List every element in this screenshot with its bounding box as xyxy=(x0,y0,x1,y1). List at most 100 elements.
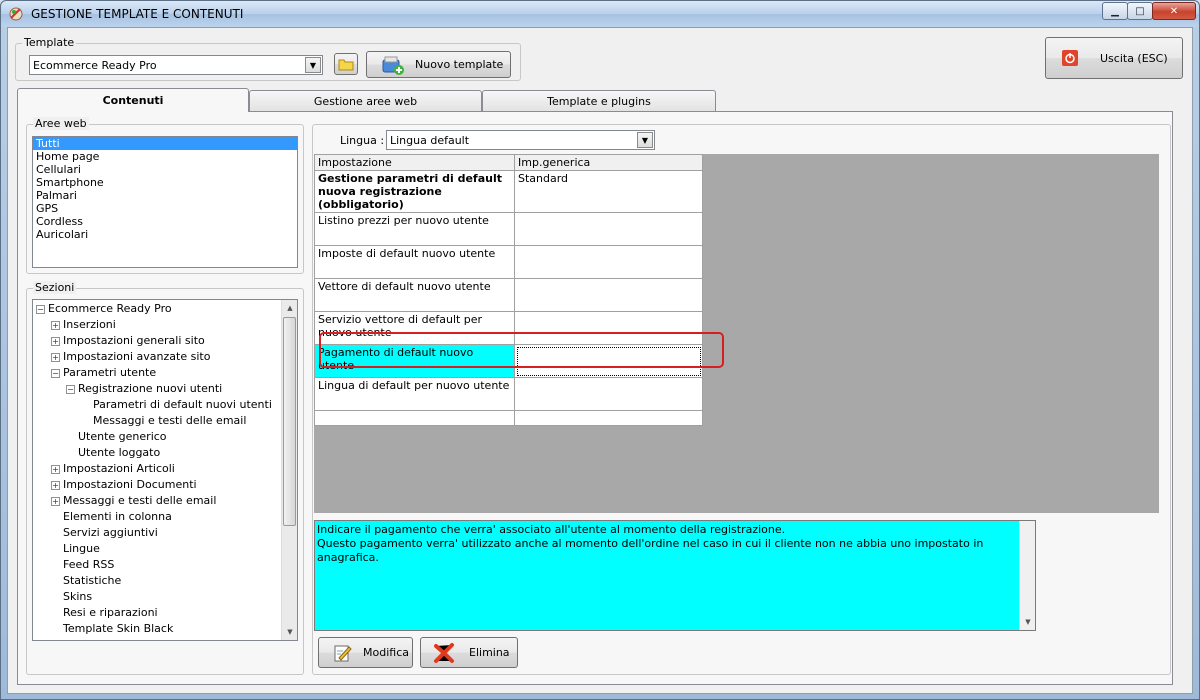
list-item[interactable]: Auricolari xyxy=(33,228,297,241)
grid-cell-name[interactable]: Imposte di default nuovo utente xyxy=(314,245,515,279)
title-bar[interactable]: GESTIONE TEMPLATE E CONTENUTI ▁ □ ✕ xyxy=(1,1,1199,27)
sezioni-legend: Sezioni xyxy=(33,281,77,294)
tree-item[interactable]: + Impostazioni generali sito xyxy=(33,333,297,349)
tree-item[interactable]: Elementi in colonna xyxy=(33,509,297,525)
tree-item[interactable]: Servizi aggiuntivi xyxy=(33,525,297,541)
scroll-thumb[interactable] xyxy=(283,317,296,526)
aree-web-list[interactable]: Tutti Home page Cellulari Smartphone Pal… xyxy=(32,136,298,268)
tree-item[interactable]: Resi e riparazioni xyxy=(33,605,297,621)
minimize-icon: ▁ xyxy=(1111,5,1119,17)
tree-item[interactable]: + Impostazioni Documenti xyxy=(33,477,297,493)
description-scrollbar[interactable]: ▼ xyxy=(1019,521,1035,630)
tab-gestione-aree-web[interactable]: Gestione aree web xyxy=(249,90,482,111)
app-icon xyxy=(9,7,23,21)
expand-icon[interactable]: + xyxy=(51,320,60,330)
tree-scrollbar[interactable]: ▲ ▼ xyxy=(281,300,297,640)
list-item[interactable]: Smartphone xyxy=(33,176,297,189)
table-row[interactable]: Listino prezzi per nuovo utente xyxy=(314,212,703,246)
exit-label: Uscita (ESC) xyxy=(1100,51,1168,65)
grid-cell-empty[interactable] xyxy=(514,410,703,426)
grid-cell-value[interactable] xyxy=(514,212,703,246)
tree-item[interactable]: + Impostazioni Articoli xyxy=(33,461,297,477)
grid-cell-empty[interactable] xyxy=(314,410,515,426)
tree-item-label: Parametri utente xyxy=(63,366,157,379)
tab-template-plugins[interactable]: Template e plugins xyxy=(482,90,716,111)
grid-header-impostazione[interactable]: Impostazione xyxy=(314,154,515,171)
expand-icon[interactable]: + xyxy=(51,352,60,362)
close-button[interactable]: ✕ xyxy=(1152,2,1196,20)
table-row[interactable]: Gestione parametri di default nuova regi… xyxy=(314,170,703,213)
tree-item[interactable]: − Registrazione nuovi utenti xyxy=(33,381,297,397)
tree-item[interactable]: Utente generico xyxy=(33,429,297,445)
grid-cell-name[interactable]: Lingua di default per nuovo utente xyxy=(314,377,515,411)
edit-icon xyxy=(334,645,352,661)
expand-icon[interactable]: + xyxy=(51,336,60,346)
scroll-up-icon[interactable]: ▲ xyxy=(282,300,297,316)
tree-item[interactable]: Skins xyxy=(33,589,297,605)
delete-icon xyxy=(434,642,454,663)
table-row[interactable]: Vettore di default nuovo utente xyxy=(314,278,703,312)
grid-cell-value[interactable] xyxy=(514,245,703,279)
collapse-icon[interactable]: − xyxy=(36,304,45,314)
table-row-empty[interactable] xyxy=(314,410,703,426)
tree-item[interactable]: − Parametri utente xyxy=(33,365,297,381)
maximize-button[interactable]: □ xyxy=(1127,2,1153,20)
sezioni-tree[interactable]: − Ecommerce Ready Pro + Inserzioni + Impostaz… xyxy=(32,299,298,641)
tree-item[interactable]: Feed RSS xyxy=(33,557,297,573)
tree-item[interactable]: Messaggi e testi delle email xyxy=(33,413,297,429)
template-select-value: Ecommerce Ready Pro xyxy=(33,59,157,72)
tree-item[interactable]: Template Skin Black xyxy=(33,621,297,637)
expand-icon[interactable]: + xyxy=(51,496,60,506)
list-item[interactable]: Cellulari xyxy=(33,163,297,176)
tree-item[interactable]: Lingue xyxy=(33,541,297,557)
list-item[interactable]: Palmari xyxy=(33,189,297,202)
description-box[interactable]: Indicare il pagamento che verra' associa… xyxy=(314,520,1036,631)
grid-cell-name[interactable]: Gestione parametri di default nuova regi… xyxy=(314,170,515,213)
chevron-down-icon[interactable]: ▼ xyxy=(637,132,653,148)
minimize-button[interactable]: ▁ xyxy=(1102,2,1128,20)
tree-item-label: Parametri di default nuovi utenti xyxy=(93,398,272,411)
tree-item[interactable]: Statistiche xyxy=(33,573,297,589)
grid-cell-value[interactable]: Standard xyxy=(514,170,703,213)
tree-item-label: Messaggi e testi delle email xyxy=(93,414,247,427)
maximize-icon: □ xyxy=(1135,5,1145,17)
grid-header-imp-generica[interactable]: Imp.generica xyxy=(514,154,703,171)
scroll-down-icon[interactable]: ▼ xyxy=(282,624,297,640)
table-row[interactable]: Lingua di default per nuovo utente xyxy=(314,377,703,411)
tree-item[interactable]: Utente loggato xyxy=(33,445,297,461)
settings-grid[interactable]: Impostazione Imp.generica Gestione param… xyxy=(314,154,703,426)
grid-cell-value[interactable] xyxy=(514,278,703,312)
elimina-button[interactable]: Elimina xyxy=(420,637,518,668)
collapse-icon[interactable]: − xyxy=(66,384,75,394)
table-row[interactable]: Imposte di default nuovo utente xyxy=(314,245,703,279)
tree-item-label: Utente loggato xyxy=(78,446,161,459)
tab-contenuti[interactable]: Contenuti xyxy=(17,88,249,112)
list-item[interactable]: Tutti xyxy=(33,137,297,150)
close-icon: ✕ xyxy=(1169,5,1179,17)
grid-cell-name[interactable]: Listino prezzi per nuovo utente xyxy=(314,212,515,246)
tree-item[interactable]: + Impostazioni avanzate sito xyxy=(33,349,297,365)
modifica-button[interactable]: Modifica xyxy=(318,637,413,668)
exit-button[interactable]: Uscita (ESC) xyxy=(1045,37,1183,79)
expand-icon[interactable]: + xyxy=(51,480,60,490)
template-select[interactable]: Ecommerce Ready Pro ▼ xyxy=(29,55,323,75)
tree-item[interactable]: + Inserzioni xyxy=(33,317,297,333)
tree-item[interactable]: − Ecommerce Ready Pro xyxy=(33,301,297,317)
grid-cell-name[interactable]: Vettore di default nuovo utente xyxy=(314,278,515,312)
open-folder-button[interactable] xyxy=(334,53,358,75)
grid-cell-value[interactable] xyxy=(514,377,703,411)
collapse-icon[interactable]: − xyxy=(51,368,60,378)
scroll-down-icon[interactable]: ▼ xyxy=(1020,614,1036,630)
tree-item[interactable]: + Messaggi e testi delle email xyxy=(33,493,297,509)
tree-item-label: Template Skin Black xyxy=(63,622,174,635)
lingua-select[interactable]: Lingua default ▼ xyxy=(386,130,655,150)
list-item[interactable]: GPS xyxy=(33,202,297,215)
list-item[interactable]: Cordless xyxy=(33,215,297,228)
tree-item-label: Impostazioni Articoli xyxy=(63,462,175,475)
chevron-down-icon[interactable]: ▼ xyxy=(305,57,321,73)
list-item[interactable]: Home page xyxy=(33,150,297,163)
new-template-button[interactable]: Nuovo template xyxy=(366,51,511,78)
tree-item[interactable]: Parametri di default nuovi utenti xyxy=(33,397,297,413)
tree-item-label: Feed RSS xyxy=(63,558,115,571)
expand-icon[interactable]: + xyxy=(51,464,60,474)
